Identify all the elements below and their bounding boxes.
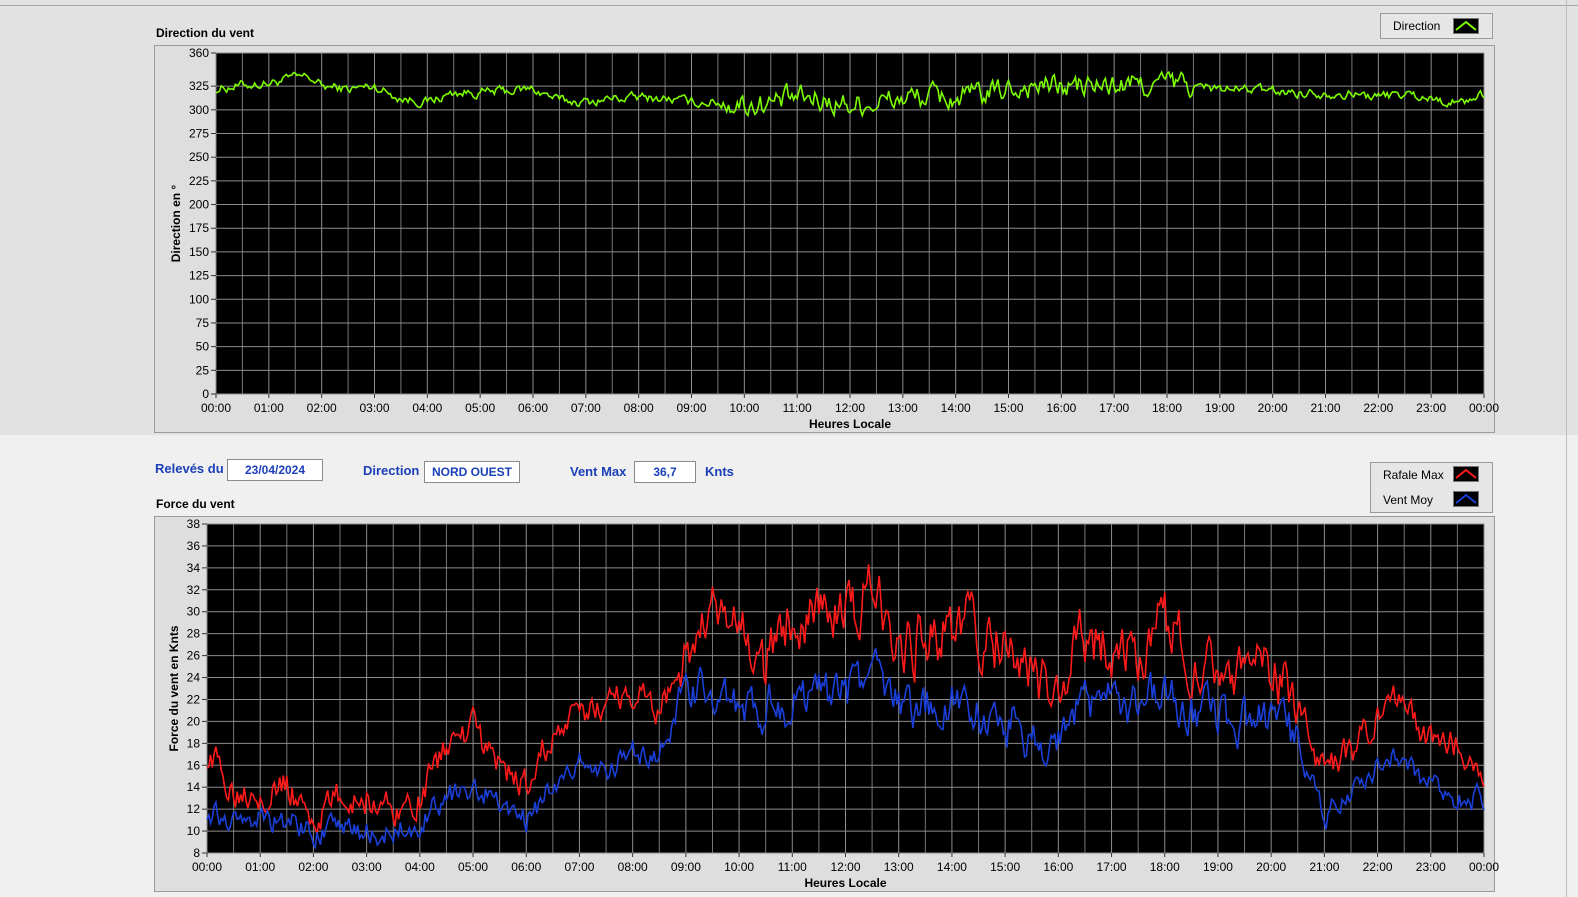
x-tick-label: 02:00 [307, 401, 337, 415]
y-tick-label: 26 [187, 649, 201, 663]
x-tick-label: 15:00 [990, 860, 1020, 874]
y-tick-label: 36 [187, 539, 201, 553]
y-axis-label: Force du vent en Knts [167, 625, 181, 751]
x-tick-label: 05:00 [458, 860, 488, 874]
x-tick-label: 20:00 [1258, 401, 1288, 415]
y-tick-label: 28 [187, 627, 201, 641]
x-axis-label: Heures Locale [804, 876, 886, 890]
x-tick-label: 00:00 [201, 401, 231, 415]
y-tick-label: 175 [189, 221, 209, 235]
y-tick-label: 250 [189, 150, 209, 164]
x-tick-label: 22:00 [1363, 860, 1393, 874]
y-tick-label: 225 [189, 174, 209, 188]
x-axis-label: Heures Locale [809, 417, 891, 431]
x-tick-label: 06:00 [518, 401, 548, 415]
x-tick-label: 00:00 [1469, 401, 1499, 415]
y-tick-label: 10 [187, 824, 201, 838]
x-tick-label: 08:00 [618, 860, 648, 874]
x-tick-label: 11:00 [778, 860, 807, 874]
y-tick-label: 25 [196, 363, 210, 377]
x-tick-label: 09:00 [676, 401, 706, 415]
y-tick-label: 150 [189, 245, 209, 259]
x-tick-label: 13:00 [884, 860, 914, 874]
x-tick-label: 16:00 [1046, 401, 1076, 415]
x-tick-label: 04:00 [412, 401, 442, 415]
y-tick-label: 20 [187, 714, 201, 728]
y-tick-label: 32 [187, 583, 201, 597]
x-tick-label: 14:00 [937, 860, 967, 874]
y-tick-label: 14 [187, 780, 201, 794]
x-tick-label: 12:00 [830, 860, 860, 874]
x-tick-label: 13:00 [888, 401, 918, 415]
y-tick-label: 8 [193, 846, 200, 860]
x-tick-label: 14:00 [941, 401, 971, 415]
x-tick-label: 21:00 [1310, 401, 1340, 415]
x-tick-label: 10:00 [729, 401, 759, 415]
x-tick-label: 19:00 [1203, 860, 1233, 874]
y-tick-label: 0 [202, 387, 209, 401]
x-tick-label: 08:00 [624, 401, 654, 415]
x-tick-label: 07:00 [571, 401, 601, 415]
x-tick-label: 23:00 [1416, 860, 1446, 874]
y-tick-label: 360 [189, 46, 209, 60]
y-tick-label: 100 [189, 292, 209, 306]
x-tick-label: 05:00 [465, 401, 495, 415]
y-tick-label: 325 [189, 79, 209, 93]
y-tick-label: 38 [187, 517, 201, 531]
y-tick-label: 200 [189, 198, 209, 212]
x-tick-label: 01:00 [245, 860, 275, 874]
x-tick-label: 10:00 [724, 860, 754, 874]
y-tick-label: 30 [187, 605, 201, 619]
y-tick-label: 16 [187, 758, 201, 772]
x-tick-label: 18:00 [1152, 401, 1182, 415]
x-tick-label: 07:00 [564, 860, 594, 874]
x-tick-label: 12:00 [835, 401, 865, 415]
y-tick-label: 300 [189, 103, 209, 117]
y-axis-label: Direction en ° [169, 185, 183, 263]
x-tick-label: 21:00 [1309, 860, 1339, 874]
x-tick-label: 00:00 [1469, 860, 1499, 874]
x-tick-label: 01:00 [254, 401, 284, 415]
x-tick-label: 19:00 [1205, 401, 1235, 415]
y-tick-label: 50 [196, 340, 210, 354]
plots-canvas: 0255075100125150175200225250275300325360… [167, 46, 1499, 890]
x-tick-label: 23:00 [1416, 401, 1446, 415]
y-tick-label: 18 [187, 736, 201, 750]
x-tick-label: 16:00 [1043, 860, 1073, 874]
y-tick-label: 75 [196, 316, 210, 330]
x-tick-label: 03:00 [352, 860, 382, 874]
x-tick-label: 18:00 [1150, 860, 1180, 874]
y-tick-label: 34 [187, 561, 201, 575]
x-tick-label: 03:00 [359, 401, 389, 415]
x-tick-label: 06:00 [511, 860, 541, 874]
x-tick-label: 04:00 [405, 860, 435, 874]
x-tick-label: 17:00 [1099, 401, 1129, 415]
x-tick-label: 09:00 [671, 860, 701, 874]
y-tick-label: 24 [187, 671, 201, 685]
y-tick-label: 12 [187, 802, 201, 816]
x-tick-label: 15:00 [993, 401, 1023, 415]
x-tick-label: 17:00 [1097, 860, 1127, 874]
y-tick-label: 275 [189, 127, 209, 141]
x-tick-label: 00:00 [192, 860, 222, 874]
x-tick-label: 22:00 [1363, 401, 1393, 415]
x-tick-label: 11:00 [783, 401, 812, 415]
y-tick-label: 22 [187, 692, 201, 706]
plot-force: 8 10 12 14 16 18 20 22 24 26 28 30 32 34 36 38 00:00 01:0… [167, 517, 1499, 890]
x-tick-label: 20:00 [1256, 860, 1286, 874]
plot-direction: 0 25 50 75 100 125 150 175 200 225 250 275 300 325 360… [169, 46, 1499, 431]
y-tick-label: 125 [189, 269, 209, 283]
x-tick-label: 02:00 [298, 860, 328, 874]
